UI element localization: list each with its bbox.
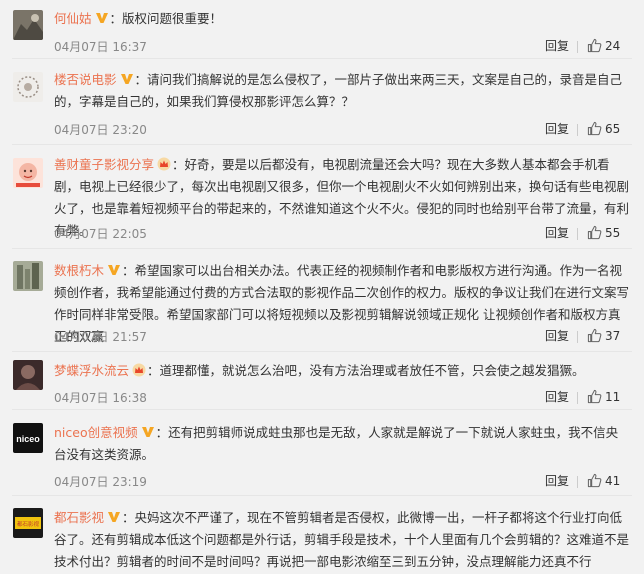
- comment-item: niceo niceo创意视频 ：还有把剪辑师说成蛀虫那也是无敌，人家就是解说了一…: [0, 410, 644, 496]
- comment-item: 梦蝶浮水流云 ：道理都懂，就说怎么治吧，没有方法治理或者放任不管，只会使之越发猖獗…: [0, 352, 644, 410]
- thumbs-up-icon: [587, 121, 602, 136]
- avatar[interactable]: [13, 10, 43, 40]
- comment-time: 04月07日 21:57: [54, 330, 147, 344]
- colon: ：: [122, 263, 135, 278]
- comment-text: 央妈这次不严谨了，现在不管剪辑者是否侵权，此微博一出，一杆子都将这个行业打向低谷…: [54, 510, 630, 569]
- crown-icon: [157, 157, 171, 171]
- verified-v-icon: [120, 72, 134, 86]
- verified-v-icon: [141, 425, 155, 439]
- reply-button[interactable]: 回复: [545, 472, 569, 489]
- like-count: 65: [605, 122, 621, 136]
- comment-item: 楼否说电影 ：请问我们搞解说的是怎么侵权了，一部片子做出来两三天，文案是自己的，录…: [0, 59, 644, 145]
- like-count: 24: [605, 39, 621, 53]
- avatar-image: niceo: [13, 423, 43, 453]
- thumbs-up-icon: [587, 38, 602, 53]
- comment-feed: 何仙姑 ：版权问题很重要！ 04月07日 16:37 回复 24 楼否说电影 ：请问…: [0, 0, 644, 574]
- like-button[interactable]: 11: [584, 388, 630, 406]
- like-button[interactable]: 37: [584, 327, 630, 345]
- colon: ：: [109, 11, 123, 26]
- like-count: 55: [605, 226, 621, 240]
- comment-item: 都石影视 都石影视 ：央妈这次不严谨了，现在不管剪辑者是否侵权，此微博一出，一杆子…: [0, 496, 644, 574]
- avatar-image: 都石影视: [13, 508, 43, 538]
- avatar[interactable]: 都石影视: [13, 508, 43, 538]
- avatar-image: [13, 261, 43, 291]
- verified-v-icon: [107, 510, 121, 524]
- thumbs-up-icon: [587, 225, 602, 240]
- comment-text: 道理都懂，就说怎么治吧，没有方法治理或者放任不管，只会使之越发猖獗。: [159, 363, 585, 378]
- comment-time: 04月07日 22:05: [54, 227, 147, 241]
- comment-item: 何仙姑 ：版权问题很重要！ 04月07日 16:37 回复 24: [0, 3, 644, 59]
- colon: ：: [134, 72, 148, 87]
- verified-v-icon: [95, 11, 109, 25]
- like-count: 11: [605, 390, 621, 404]
- comment-time: 04月07日 23:19: [54, 475, 147, 489]
- reply-button[interactable]: 回复: [545, 388, 569, 405]
- avatar[interactable]: [13, 72, 43, 102]
- colon: ：: [122, 510, 135, 525]
- colon: ：: [147, 363, 160, 378]
- username[interactable]: 善财童子影视分享: [54, 157, 154, 172]
- reply-button[interactable]: 回复: [545, 327, 569, 344]
- divider: [577, 124, 578, 136]
- comment-item: 数根朽木 ：希望国家可以出台相关办法。代表正经的视频制作者和电影版权方进行沟通。作…: [0, 249, 644, 352]
- username[interactable]: 数根朽木: [54, 263, 104, 278]
- divider: [577, 331, 578, 343]
- divider: [577, 392, 578, 404]
- comment-text: 还有把剪辑师说成蛀虫那也是无敌，人家就是解说了一下就说人家蛀虫，我不信央台没有这…: [54, 425, 619, 462]
- avatar-image: [13, 158, 43, 188]
- verified-v-icon: [107, 263, 121, 277]
- username[interactable]: niceo创意视频: [54, 425, 138, 440]
- username[interactable]: 何仙姑: [54, 11, 92, 26]
- username[interactable]: 梦蝶浮水流云: [54, 363, 129, 378]
- reply-button[interactable]: 回复: [545, 37, 569, 54]
- avatar-image: [13, 360, 43, 390]
- avatar-text: 都石影视: [17, 520, 40, 528]
- thumbs-up-icon: [587, 389, 602, 404]
- thumbs-up-icon: [587, 473, 602, 488]
- username[interactable]: 都石影视: [54, 510, 104, 525]
- comment-time: 04月07日 16:37: [54, 40, 147, 54]
- colon: ：: [172, 157, 185, 172]
- like-count: 41: [605, 474, 621, 488]
- like-count: 37: [605, 329, 621, 343]
- like-button[interactable]: 65: [584, 120, 630, 138]
- avatar-text: niceo: [16, 434, 40, 444]
- colon: ：: [155, 425, 169, 440]
- avatar[interactable]: [13, 360, 43, 390]
- divider: [577, 476, 578, 488]
- avatar[interactable]: niceo: [13, 423, 43, 453]
- divider: [577, 228, 578, 240]
- avatar[interactable]: [13, 261, 43, 291]
- comment-time: 04月07日 23:20: [54, 123, 147, 137]
- thumbs-up-icon: [587, 328, 602, 343]
- avatar-image: [13, 10, 43, 40]
- like-button[interactable]: 41: [584, 472, 630, 490]
- like-button[interactable]: 24: [584, 37, 630, 55]
- divider: [577, 41, 578, 53]
- comment-item: 善财童子影视分享 ：好奇，要是以后都没有，电视剧流量还会大吗？现在大多数人基本都会…: [0, 145, 644, 249]
- username[interactable]: 楼否说电影: [54, 72, 117, 87]
- comment-text: 版权问题很重要！: [122, 11, 223, 26]
- reply-button[interactable]: 回复: [545, 120, 569, 137]
- like-button[interactable]: 55: [584, 224, 630, 242]
- avatar-image: [13, 72, 43, 102]
- reply-button[interactable]: 回复: [545, 224, 569, 241]
- avatar[interactable]: [13, 158, 43, 188]
- comment-time: 04月07日 16:38: [54, 391, 147, 405]
- crown-icon: [132, 363, 146, 377]
